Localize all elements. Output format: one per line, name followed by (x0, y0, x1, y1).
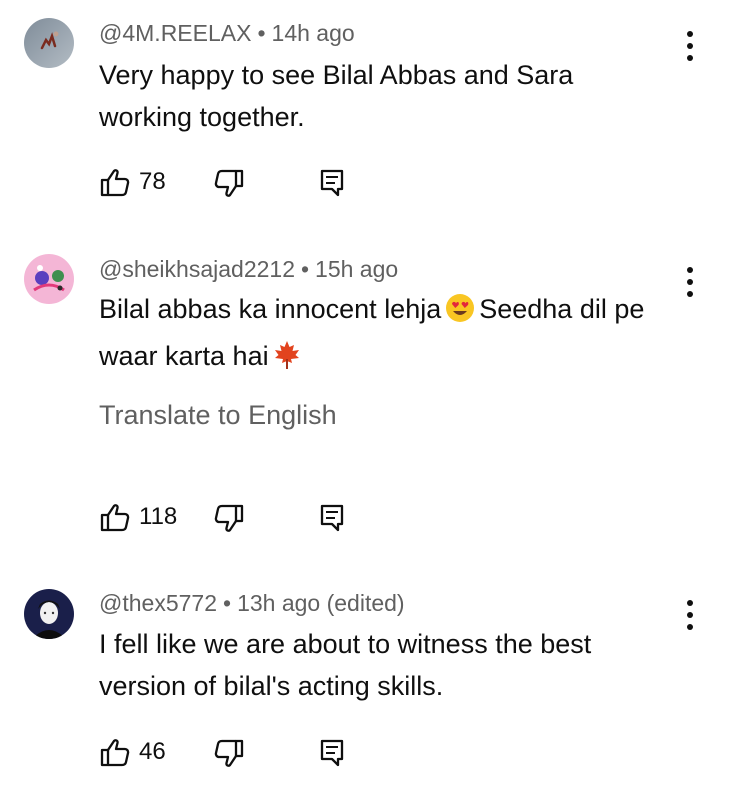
comment-meta: @4M.REELAX • 14h ago (99, 20, 355, 47)
reply-button[interactable] (319, 503, 345, 538)
timestamp[interactable]: 15h ago (315, 256, 398, 282)
timestamp[interactable]: 14h ago (272, 20, 355, 46)
timestamp[interactable]: 13h ago (edited) (237, 590, 405, 616)
more-options-button[interactable] (680, 265, 700, 299)
separator-dot: • (223, 590, 232, 616)
reply-comment-icon (320, 169, 344, 197)
thumbs-up-icon (100, 169, 130, 197)
thumbs-down-icon (214, 504, 244, 532)
heart-eyes-emoji-icon (445, 293, 475, 335)
comment-text-part-1: Bilal abbas ka innocent lehja (99, 294, 442, 324)
thumbs-down-icon (214, 739, 244, 767)
more-options-button[interactable] (680, 29, 700, 63)
like-button[interactable]: 78 (99, 162, 166, 202)
comment-text: Bilal abbas ka innocent lehja Seedha dil… (99, 288, 689, 382)
thumbs-down-icon (214, 169, 244, 197)
translate-link[interactable]: Translate to English (99, 400, 337, 431)
comment-text: I fell like we are about to witness the … (99, 629, 592, 701)
like-button[interactable]: 118 (99, 497, 177, 537)
reply-comment-icon (320, 739, 344, 767)
maple-leaf-emoji-icon (273, 340, 301, 382)
like-count: 118 (139, 503, 178, 530)
reply-comment-icon (320, 504, 344, 532)
avatar[interactable] (24, 254, 74, 304)
thumbs-up-icon (100, 504, 130, 532)
vertical-ellipsis-icon (687, 600, 693, 630)
comment-meta: @sheikhsajad2212 • 15h ago (99, 256, 398, 283)
dislike-button[interactable] (213, 503, 245, 540)
thumbs-up-icon (100, 739, 130, 767)
comment-actions: 78 (99, 162, 399, 202)
vertical-ellipsis-icon (687, 31, 693, 61)
username[interactable]: @4M.REELAX (99, 20, 251, 46)
like-count: 46 (139, 738, 166, 765)
more-options-button[interactable] (680, 598, 700, 632)
like-button[interactable]: 46 (99, 732, 166, 772)
separator-dot: • (300, 256, 310, 282)
reply-button[interactable] (319, 168, 345, 203)
comment-meta: @thex5772 • 13h ago (edited) (99, 590, 405, 617)
dislike-button[interactable] (213, 168, 245, 205)
reply-button[interactable] (319, 738, 345, 773)
vertical-ellipsis-icon (687, 267, 693, 297)
username[interactable]: @thex5772 (99, 590, 217, 616)
comment-text: Very happy to see Bilal Abbas and Sara w… (99, 60, 574, 132)
comment-actions: 46 (99, 732, 399, 772)
separator-dot: • (257, 20, 266, 46)
comment-actions: 118 (99, 497, 399, 537)
dislike-button[interactable] (213, 738, 245, 775)
like-count: 78 (139, 168, 166, 195)
avatar[interactable] (24, 18, 74, 68)
username[interactable]: @sheikhsajad2212 (99, 256, 295, 282)
avatar[interactable] (24, 589, 74, 639)
